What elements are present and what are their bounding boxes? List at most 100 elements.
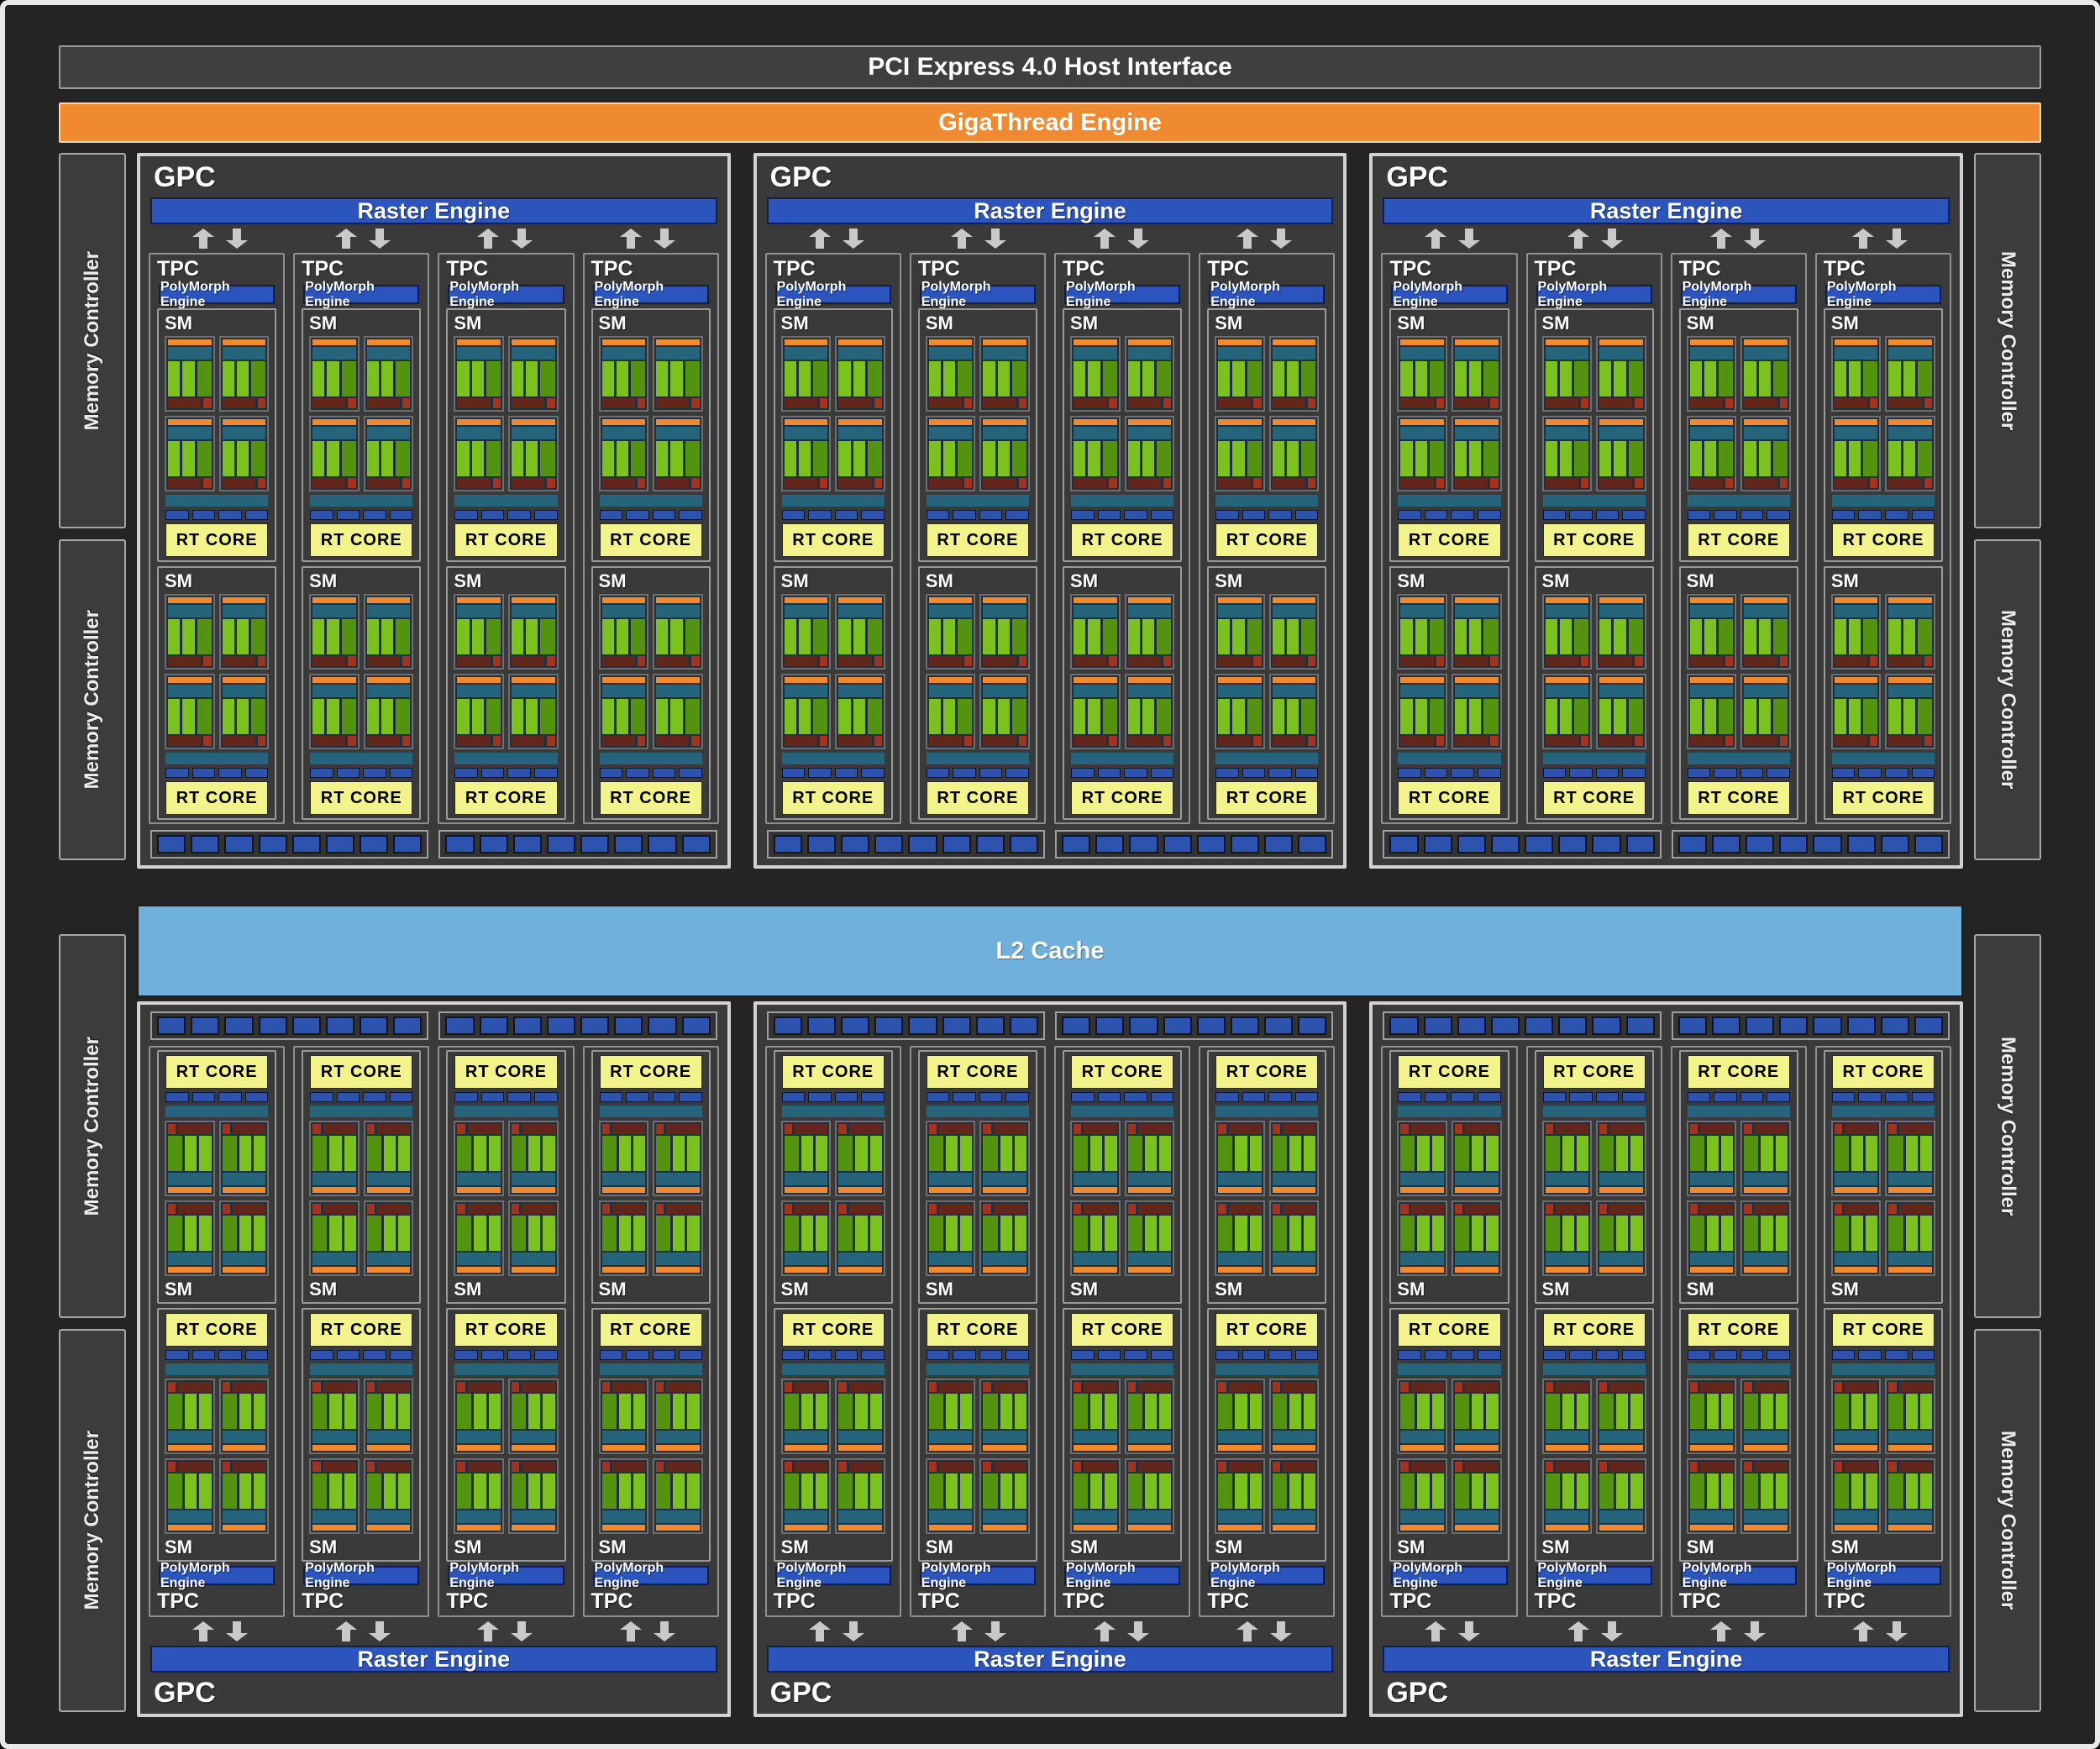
maroon-bar — [1455, 398, 1488, 408]
core-block — [1125, 1200, 1175, 1276]
up-arrow-icon — [1094, 228, 1116, 249]
core-columns — [457, 699, 501, 734]
raster-engine-bar: Raster Engine — [150, 197, 717, 224]
core-column-dark-green — [1128, 1473, 1142, 1509]
core-column-dark-green — [1888, 1216, 1903, 1251]
red-segment — [1581, 478, 1588, 488]
rt-core: RT CORE — [454, 1313, 557, 1347]
core-block — [454, 336, 504, 412]
bottom-strip — [602, 1382, 646, 1392]
teal-bar — [367, 1173, 411, 1185]
core-column-green — [1486, 1473, 1498, 1509]
blue-segment — [979, 1350, 1003, 1360]
orange-bar — [785, 677, 828, 683]
blue-segment-container — [767, 1011, 1045, 1040]
bottom-strip — [1744, 1204, 1788, 1214]
core-block — [926, 1200, 976, 1276]
blue-segment — [507, 1092, 531, 1102]
red-segment — [493, 478, 501, 488]
teal-bar — [512, 1173, 555, 1185]
core-columns — [602, 441, 646, 476]
core-columns — [1455, 1216, 1499, 1251]
core-column-green — [960, 1394, 972, 1429]
core-column-green — [329, 1473, 341, 1509]
core-column-dark-green — [540, 441, 554, 476]
core-column-dark-green — [813, 619, 827, 654]
blue-segment — [1451, 510, 1474, 520]
orange-bar — [1455, 1267, 1499, 1273]
core-column-green — [398, 1473, 410, 1509]
blue-segment — [1478, 1350, 1501, 1360]
red-segment — [1253, 478, 1261, 488]
maroon-bar — [795, 1382, 827, 1392]
core-columns — [1546, 1136, 1589, 1171]
core-column-green — [327, 699, 339, 734]
blue-segment — [481, 510, 505, 520]
maroon-bar — [1835, 736, 1867, 746]
tpc-block: TPCPolyMorph EngineSMRT CORESMRT CORE — [583, 253, 719, 824]
core-columns — [1273, 699, 1316, 734]
down-arrow-icon — [1601, 1621, 1623, 1641]
core-block — [599, 674, 649, 749]
sm-blue-segment-row — [454, 768, 557, 778]
orange-bar — [838, 1267, 882, 1273]
arrow-pair — [1193, 228, 1336, 249]
core-column-green — [528, 1394, 540, 1429]
sm-label: SM — [781, 313, 885, 333]
core-column-green — [1744, 361, 1756, 397]
core-columns — [1744, 1136, 1788, 1171]
teal-bar — [929, 605, 973, 617]
maroon-bar — [1074, 398, 1106, 408]
orange-bar — [1218, 1267, 1262, 1273]
up-arrow-icon — [192, 1621, 214, 1641]
core-block — [219, 416, 270, 491]
red-segment — [785, 1462, 792, 1472]
rt-core: RT CORE — [1688, 523, 1790, 557]
maroon-bar — [178, 1204, 211, 1214]
core-block — [1125, 1121, 1175, 1196]
core-column-green — [946, 1394, 958, 1429]
sm-blue-segment-row — [927, 768, 1029, 778]
core-column-dark-green — [540, 699, 554, 734]
blue-segment — [1295, 510, 1319, 520]
core-column-dark-green — [1074, 1473, 1088, 1509]
blue-segment — [653, 768, 676, 778]
teal-bar — [312, 605, 356, 617]
core-columns — [785, 441, 828, 476]
core-column-green — [199, 1394, 211, 1429]
core-column-dark-green — [983, 1136, 997, 1171]
core-block-grid — [1070, 594, 1174, 749]
core-column-green — [855, 1136, 867, 1171]
core-column-dark-green — [1888, 1394, 1903, 1429]
red-segment — [203, 398, 211, 408]
maroon-bar — [785, 478, 817, 488]
maroon-bar — [1845, 1382, 1877, 1392]
core-column-green — [472, 441, 484, 476]
red-segment — [512, 1124, 519, 1134]
blue-segment — [861, 768, 885, 778]
sm-label: SM — [1687, 571, 1791, 591]
blue-segment — [1596, 510, 1620, 520]
core-column-green — [1866, 1473, 1877, 1509]
core-column-dark-green — [1719, 699, 1733, 734]
bottom-strip — [367, 398, 411, 408]
core-column-green — [1614, 619, 1625, 654]
core-columns — [929, 441, 973, 476]
gpc-block: RT CORESMRT CORESMPolyMorph EngineTPCRT … — [137, 1001, 731, 1717]
teal-bar — [1273, 1253, 1316, 1265]
core-column-dark-green — [1273, 1216, 1287, 1251]
up-arrow-icon — [951, 228, 973, 249]
sm-blue-segment-row — [782, 1350, 885, 1360]
blue-segment — [1005, 768, 1029, 778]
sm-block: RT CORESM — [157, 1308, 276, 1562]
core-column-green — [838, 699, 850, 734]
core-column-green — [1128, 441, 1140, 476]
red-segment — [820, 398, 827, 408]
sm-label: SM — [1831, 571, 1935, 591]
red-segment — [457, 1462, 465, 1472]
maroon-bar — [1411, 1124, 1444, 1134]
core-column-green — [1273, 361, 1284, 397]
blue-segment — [1881, 1016, 1909, 1035]
orange-bar — [1546, 597, 1589, 603]
polymorph-engine-bar: PolyMorph Engine — [775, 285, 891, 304]
